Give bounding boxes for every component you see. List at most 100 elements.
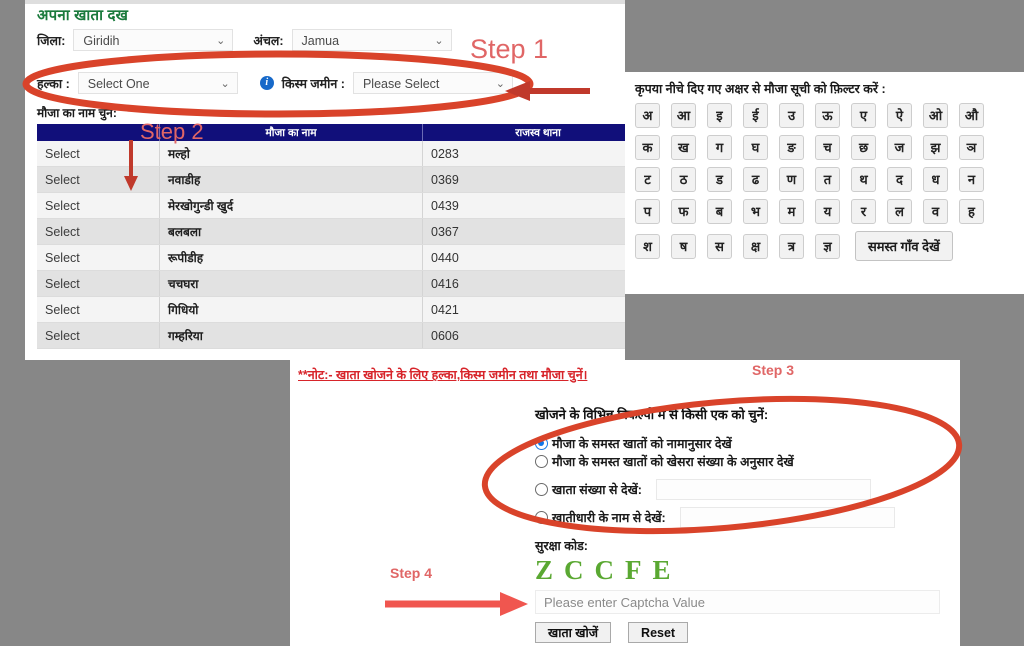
alphabet-key[interactable]: ओ bbox=[923, 103, 948, 128]
village-select-link[interactable]: Select bbox=[37, 166, 160, 193]
village-select-link[interactable]: Select bbox=[37, 270, 160, 297]
table-row: Select नवाडीह 0369 bbox=[37, 166, 625, 193]
village-select-link[interactable]: Select bbox=[37, 192, 160, 219]
alphabet-key[interactable]: ट bbox=[635, 167, 660, 192]
chevron-down-icon: ⌄ bbox=[216, 35, 226, 47]
district-label: जिला: bbox=[37, 33, 66, 48]
search-option-row[interactable]: खातीधारी के नाम से देखें: bbox=[535, 507, 960, 528]
alphabet-key[interactable]: ध bbox=[923, 167, 948, 192]
village-name-cell: रूपीडीह bbox=[159, 244, 423, 271]
alphabet-key[interactable]: छ bbox=[851, 135, 876, 160]
radio-button[interactable] bbox=[535, 483, 548, 496]
table-row: Select मेरखोगुन्डी खुर्द 0439 bbox=[37, 192, 625, 219]
alphabet-key[interactable]: क्ष bbox=[743, 233, 768, 259]
info-icon[interactable]: i bbox=[259, 76, 274, 90]
alphabet-key[interactable]: ख bbox=[671, 135, 696, 160]
search-options-panel: **नोट:- खाता खोजने के लिए हल्का,किस्म जम… bbox=[290, 360, 960, 646]
filter-title: कृपया नीचे दिए गए अक्षर से मौजा सूची को … bbox=[635, 82, 886, 96]
step3-label: Step 3 bbox=[752, 362, 795, 378]
mauja-select-label: मौजा का नाम चुनें: bbox=[37, 106, 117, 120]
alphabet-key[interactable]: ण bbox=[779, 167, 804, 192]
alphabet-row: श ष स क्ष त्र ज्ञ समस्त गाँव देखें bbox=[635, 231, 1024, 261]
circle-select[interactable]: Jamua ⌄ bbox=[291, 29, 452, 51]
alphabet-key[interactable]: ल bbox=[887, 199, 912, 224]
alphabet-key[interactable]: ह bbox=[959, 199, 984, 224]
alphabet-key[interactable]: ज्ञ bbox=[815, 233, 840, 259]
alphabet-key[interactable]: आ bbox=[671, 103, 696, 128]
alphabet-key[interactable]: च bbox=[815, 135, 840, 160]
reset-button[interactable]: Reset bbox=[628, 622, 689, 643]
alphabet-key[interactable]: ग bbox=[707, 135, 732, 160]
alphabet-key[interactable]: अ bbox=[635, 103, 660, 128]
search-option-label: मौजा के समस्त खातों को खेसरा संख्या के अ… bbox=[552, 455, 794, 469]
alphabet-key[interactable]: भ bbox=[743, 199, 768, 224]
alphabet-key[interactable]: म bbox=[779, 199, 804, 224]
alphabet-key[interactable]: झ bbox=[923, 135, 948, 160]
alphabet-key[interactable]: ष bbox=[671, 233, 696, 259]
search-option-row[interactable]: मौजा के समस्त खातों को नामानुसार देखें bbox=[535, 435, 960, 452]
search-option-input[interactable] bbox=[655, 479, 871, 500]
revenue-thana-cell: 0369 bbox=[422, 166, 625, 193]
village-select-link[interactable]: Select bbox=[37, 218, 160, 245]
alphabet-key[interactable]: न bbox=[959, 167, 984, 192]
alphabet-key[interactable]: ऊ bbox=[815, 103, 840, 128]
search-options-title: खोजने के विभिन्न विकल्पों में से किसी एक… bbox=[535, 407, 769, 422]
district-select[interactable]: Giridih ⌄ bbox=[73, 29, 234, 51]
village-name-cell: नवाडीह bbox=[159, 166, 423, 193]
village-name-cell: मेरखोगुन्डी खुर्द bbox=[159, 192, 423, 219]
note-text: **नोट:- खाता खोजने के लिए हल्का,किस्म जम… bbox=[298, 368, 588, 382]
alphabet-key[interactable]: त्र bbox=[779, 233, 804, 259]
view-all-villages-button[interactable]: समस्त गाँव देखें bbox=[855, 231, 953, 261]
alphabet-key[interactable]: घ bbox=[743, 135, 768, 160]
alphabet-key[interactable]: ञ bbox=[959, 135, 984, 160]
alphabet-key[interactable]: इ bbox=[707, 103, 732, 128]
district-value: Giridih bbox=[83, 34, 120, 48]
alphabet-row: कखगघङचछजझञ bbox=[635, 135, 1024, 160]
captcha-input[interactable]: Please enter Captcha Value bbox=[535, 590, 940, 614]
village-name-cell: चचघरा bbox=[159, 270, 423, 297]
landtype-select[interactable]: Please Select ⌄ bbox=[352, 72, 513, 94]
table-row: Select बलबला 0367 bbox=[37, 218, 625, 245]
search-account-button[interactable]: खाता खोजें bbox=[535, 622, 612, 643]
alphabet-key[interactable]: फ bbox=[671, 199, 696, 224]
circle-label: अंचल: bbox=[253, 33, 284, 48]
col-revenue-ps: राजस्व थाना bbox=[422, 124, 625, 141]
alphabet-row: अआइईउऊएऐओऔ bbox=[635, 103, 1024, 128]
revenue-thana-cell: 0439 bbox=[422, 192, 625, 219]
alphabet-key[interactable]: प bbox=[635, 199, 660, 224]
halka-label: हल्का : bbox=[37, 76, 70, 91]
radio-button[interactable] bbox=[535, 437, 548, 450]
radio-button[interactable] bbox=[535, 511, 548, 524]
search-option-row[interactable]: खाता संख्या से देखें: bbox=[535, 479, 960, 500]
search-option-input[interactable] bbox=[679, 507, 895, 528]
village-table-head: मौजा का नाम राजस्व थाना bbox=[37, 124, 625, 141]
village-select-link[interactable]: Select bbox=[37, 244, 160, 271]
halka-select[interactable]: Select One ⌄ bbox=[77, 72, 238, 94]
alphabet-key[interactable]: व bbox=[923, 199, 948, 224]
alphabet-key[interactable]: ङ bbox=[779, 135, 804, 160]
alphabet-key[interactable]: द bbox=[887, 167, 912, 192]
alphabet-key[interactable]: ज bbox=[887, 135, 912, 160]
radio-button[interactable] bbox=[535, 455, 548, 468]
alphabet-key[interactable]: ए bbox=[851, 103, 876, 128]
alphabet-key[interactable]: य bbox=[815, 199, 840, 224]
alphabet-key[interactable]: ढ bbox=[743, 167, 768, 192]
table-row: Select चचघरा 0416 bbox=[37, 270, 625, 297]
alphabet-key[interactable]: क bbox=[635, 135, 660, 160]
alphabet-key[interactable]: स bbox=[707, 233, 732, 259]
alphabet-key[interactable]: ठ bbox=[671, 167, 696, 192]
village-select-link[interactable]: Select bbox=[37, 296, 160, 323]
alphabet-key[interactable]: श bbox=[635, 233, 660, 259]
page-title: अपना खाता दख bbox=[37, 7, 129, 24]
alphabet-key[interactable]: ई bbox=[743, 103, 768, 128]
alphabet-key[interactable]: ड bbox=[707, 167, 732, 192]
alphabet-key[interactable]: थ bbox=[851, 167, 876, 192]
alphabet-key[interactable]: औ bbox=[959, 103, 984, 128]
village-select-link[interactable]: Select bbox=[37, 322, 160, 349]
alphabet-key[interactable]: र bbox=[851, 199, 876, 224]
search-option-row[interactable]: मौजा के समस्त खातों को खेसरा संख्या के अ… bbox=[535, 453, 960, 470]
alphabet-key[interactable]: उ bbox=[779, 103, 804, 128]
alphabet-key[interactable]: त bbox=[815, 167, 840, 192]
alphabet-key[interactable]: ब bbox=[707, 199, 732, 224]
alphabet-key[interactable]: ऐ bbox=[887, 103, 912, 128]
